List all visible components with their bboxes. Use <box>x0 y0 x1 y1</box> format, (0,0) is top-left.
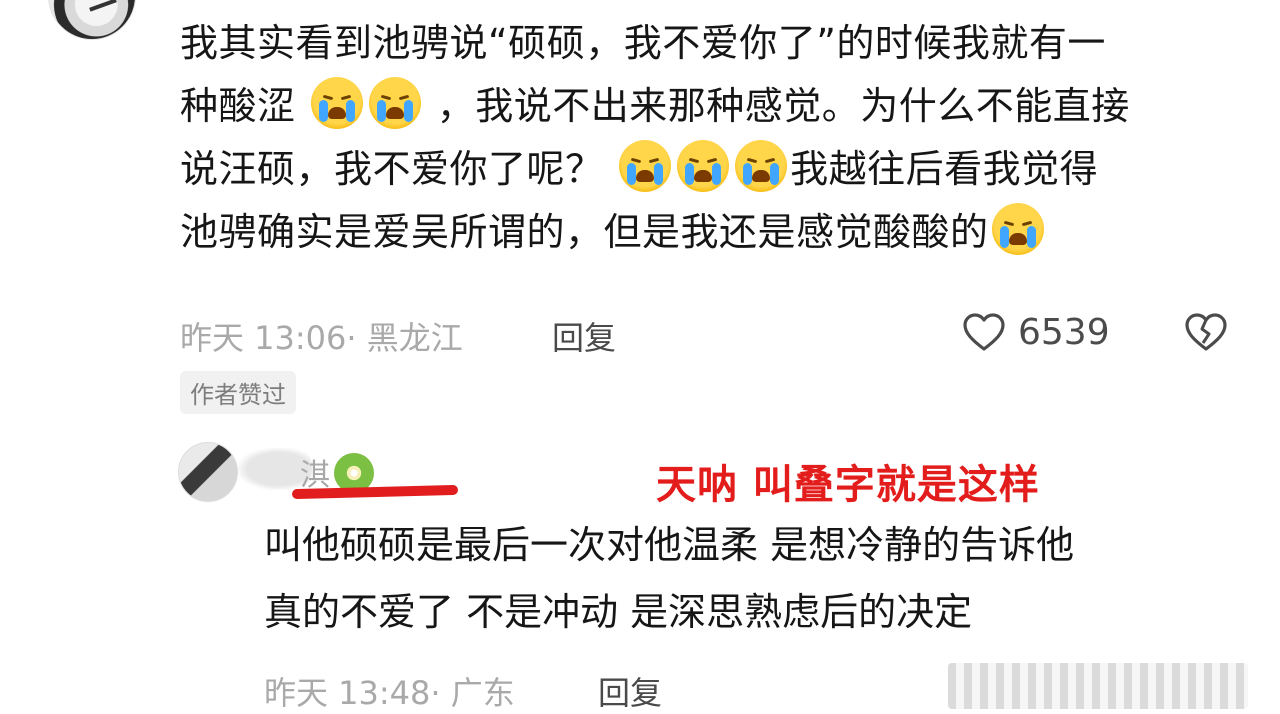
avatar[interactable] <box>178 442 238 502</box>
like-count: 6539 <box>1018 312 1110 353</box>
comment-time-location: 昨天 13:06· 黑龙江 <box>180 319 463 357</box>
loudly-crying-face-icon <box>369 77 422 129</box>
loudly-crying-face-icon <box>991 203 1044 255</box>
reply-line: 叫他硕硕是最后一次对他温柔 是想冷静的告诉他 <box>264 523 1075 567</box>
comment-text: 我其实看到池骋说“硕硕，我不爱你了”的时候我就有一 种酸涩 ，我说不出来那种感觉… <box>180 12 1130 264</box>
reply-line: 真的不爱了 不是冲动 是深思熟虑后的决定 <box>264 590 973 634</box>
reply-button[interactable]: 回复 <box>552 313 616 359</box>
comment-line: 我其实看到池骋说“硕硕，我不爱你了”的时候我就有一 <box>180 21 1106 65</box>
loudly-crying-face-icon <box>677 140 730 192</box>
comment-line: 说汪硕，我不爱你了呢？ 我越往后看我觉得 <box>180 138 1130 201</box>
annotation-text: 天呐 叫叠字就是这样 <box>656 462 1040 508</box>
loudly-crying-face-icon <box>735 140 788 192</box>
reply-button[interactable]: 回复 <box>598 668 662 714</box>
broken-heart-icon <box>1185 313 1227 351</box>
author-liked-badge: 作者赞过 <box>180 371 296 414</box>
comment-line: 种酸涩 ，我说不出来那种感觉。为什么不能直接 <box>180 75 1130 138</box>
reply-text: 叫他硕硕是最后一次对他温柔 是想冷静的告诉他 真的不爱了 不是冲动 是深思熟虑后… <box>264 512 1074 646</box>
comment-line: 池骋确实是爱吴所谓的，但是我还是感觉酸酸的 <box>180 201 1130 264</box>
avatar[interactable] <box>48 0 136 40</box>
loudly-crying-face-icon <box>311 77 364 129</box>
heart-outline-icon <box>963 313 1005 351</box>
comment-time-location: 昨天 13:48· 广东 <box>264 674 515 712</box>
like-button[interactable] <box>962 312 1006 356</box>
loudly-crying-face-icon <box>619 140 672 192</box>
dislike-button[interactable] <box>1184 312 1228 356</box>
comment-actions-blurred <box>948 663 1248 709</box>
